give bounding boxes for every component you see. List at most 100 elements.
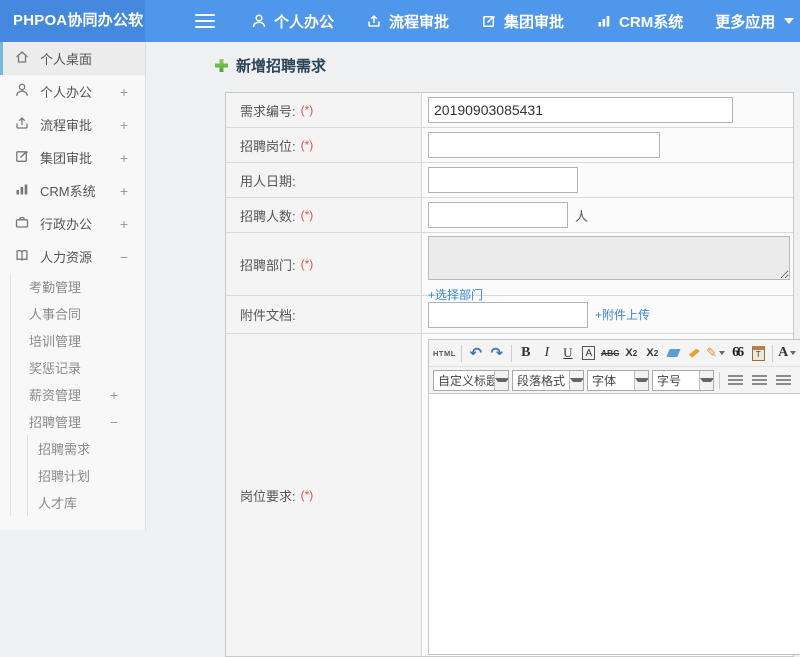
undo-icon[interactable]: ↶ <box>467 343 485 363</box>
edit-icon <box>14 148 30 167</box>
subscript-button[interactable]: X2 <box>643 343 661 363</box>
expand-toggle[interactable]: + <box>120 150 128 166</box>
sidebar-item-salary[interactable]: 薪资管理 + <box>11 381 145 408</box>
form-row-requirements: 岗位要求: (*) HTML ↶ ↷ B I U A ABC X 2 X 2 ✎… <box>226 334 800 656</box>
unit-suffix: 人 <box>575 208 589 224</box>
align-right-icon[interactable] <box>776 374 791 386</box>
sidebar-item-recruit-plan[interactable]: 招聘计划 <box>28 462 145 489</box>
form-row-code: 需求编号: (*) <box>226 93 793 128</box>
bar-chart-icon <box>14 181 30 200</box>
expand-toggle[interactable]: + <box>110 387 118 403</box>
text-color-button[interactable]: A <box>778 343 797 363</box>
sidebar-item-label: 流程审批 <box>40 118 93 133</box>
page-title-row: 新增招聘需求 <box>215 55 800 76</box>
sidebar-item-workflow-approval[interactable]: 流程审批 + <box>0 108 145 141</box>
sidebar-item-label: 行政办公 <box>40 217 93 232</box>
sidebar-item-label: 个人桌面 <box>40 52 93 67</box>
add-icon <box>215 59 228 72</box>
sidebar-item-hr-contract[interactable]: 人事合同 <box>11 300 145 327</box>
top-header: PHPOA协同办公软件 个人办公 流程审批 集团审批 CRM系统 更多应用 <box>0 0 800 71</box>
sidebar-item-label: 招聘管理 <box>29 415 82 430</box>
underline-button[interactable]: U <box>559 343 577 363</box>
eraser-icon[interactable] <box>664 343 682 363</box>
italic-button[interactable]: I <box>538 343 556 363</box>
department-textarea[interactable] <box>428 236 790 280</box>
book-icon <box>14 247 30 266</box>
nav-personal-office[interactable]: 个人办公 <box>251 11 334 32</box>
paragraph-format-select[interactable]: 段落格式 <box>512 369 584 391</box>
required-mark: (*) <box>300 103 314 117</box>
workflow-icon <box>366 13 382 29</box>
sidebar-item-label: 人事合同 <box>29 307 82 322</box>
attachment-upload-link[interactable]: +附件上传 <box>595 306 650 323</box>
field-label: 用人日期: <box>240 173 296 189</box>
field-label: 招聘人数: <box>240 208 296 224</box>
field-label: 招聘岗位: <box>240 138 296 154</box>
sidebar-item-label: 人才库 <box>38 496 78 511</box>
sidebar-item-crm[interactable]: CRM系统 + <box>0 174 145 207</box>
nav-more-apps[interactable]: 更多应用 <box>715 11 795 32</box>
redo-icon[interactable]: ↷ <box>488 343 506 363</box>
sidebar-item-label: 奖惩记录 <box>29 361 82 376</box>
expand-toggle[interactable]: − <box>110 414 118 430</box>
headcount-input[interactable] <box>428 202 568 228</box>
field-label: 附件文档: <box>240 308 296 323</box>
superscript-button[interactable]: X2 <box>622 343 640 363</box>
nav-label: 更多应用 <box>715 13 776 31</box>
sidebar-item-label: 考勤管理 <box>29 280 82 295</box>
expand-toggle[interactable]: + <box>120 216 128 232</box>
sidebar-item-hr[interactable]: 人力资源 − <box>0 240 145 273</box>
font-name-button[interactable]: A <box>582 346 596 360</box>
nav-crm-system[interactable]: CRM系统 <box>596 11 683 32</box>
sidebar-item-label: 招聘计划 <box>38 469 91 484</box>
expand-toggle[interactable]: − <box>120 249 128 265</box>
sidebar-item-label: 集团审批 <box>40 151 93 166</box>
sidebar-item-label: 个人办公 <box>40 85 93 100</box>
nav-label: 集团审批 <box>504 13 565 31</box>
demand-code-input[interactable] <box>428 97 733 123</box>
attachment-input[interactable] <box>428 301 588 328</box>
position-input[interactable] <box>428 132 660 158</box>
pen-color-icon[interactable]: ✎ <box>706 343 726 363</box>
home-icon <box>14 49 30 68</box>
strikethrough-button[interactable]: ABC <box>601 343 619 363</box>
editor-content-area[interactable] <box>429 394 800 654</box>
sidebar-item-recruit-mgmt[interactable]: 招聘管理 − <box>11 408 145 435</box>
bold-button[interactable]: B <box>517 343 535 363</box>
sidebar-item-recruit-demand[interactable]: 招聘需求 <box>28 435 145 462</box>
blockquote-button[interactable]: 66 <box>728 343 746 363</box>
sidebar-item-personal-office[interactable]: 个人办公 + <box>0 75 145 108</box>
sidebar-item-group-approval[interactable]: 集团审批 + <box>0 141 145 174</box>
edit-icon <box>481 13 497 29</box>
expand-toggle[interactable]: + <box>120 183 128 199</box>
sidebar-item-label: 薪资管理 <box>29 388 82 403</box>
paste-icon[interactable]: T <box>749 343 767 363</box>
recruit-submenu: 招聘需求 招聘计划 人才库 <box>27 435 145 516</box>
nav-workflow-approval[interactable]: 流程审批 <box>366 11 449 32</box>
menu-toggle-icon[interactable] <box>195 10 215 32</box>
sidebar-item-desktop[interactable]: 个人桌面 <box>0 42 145 75</box>
hire-date-input[interactable] <box>428 167 578 193</box>
html-source-button[interactable]: HTML <box>433 343 456 363</box>
sidebar-item-talent-pool[interactable]: 人才库 <box>28 489 145 516</box>
sidebar-item-rewards[interactable]: 奖惩记录 <box>11 354 145 381</box>
main-content: 新增招聘需求 需求编号: (*) 招聘岗位: (*) 用人日期: 招聘人数: (… <box>147 42 800 657</box>
font-size-select[interactable]: 字号 <box>652 369 714 391</box>
user-icon <box>14 82 30 101</box>
nav-group-approval[interactable]: 集团审批 <box>481 11 564 32</box>
required-mark: (*) <box>300 257 314 271</box>
top-nav: 个人办公 流程审批 集团审批 CRM系统 更多应用 <box>251 11 795 32</box>
format-brush-icon[interactable] <box>685 343 703 363</box>
expand-toggle[interactable]: + <box>120 117 128 133</box>
sidebar-item-training[interactable]: 培训管理 <box>11 327 145 354</box>
sidebar-item-admin-office[interactable]: 行政办公 + <box>0 207 145 240</box>
expand-toggle[interactable]: + <box>120 84 128 100</box>
page-title: 新增招聘需求 <box>236 58 327 75</box>
form-row-position: 招聘岗位: (*) <box>226 128 793 163</box>
user-icon <box>251 13 267 29</box>
align-center-icon[interactable] <box>752 374 767 386</box>
font-family-select[interactable]: 字体 <box>587 369 649 391</box>
custom-heading-select[interactable]: 自定义标题 <box>433 369 509 391</box>
align-left-icon[interactable] <box>728 374 743 386</box>
sidebar-item-attendance[interactable]: 考勤管理 <box>11 273 145 300</box>
